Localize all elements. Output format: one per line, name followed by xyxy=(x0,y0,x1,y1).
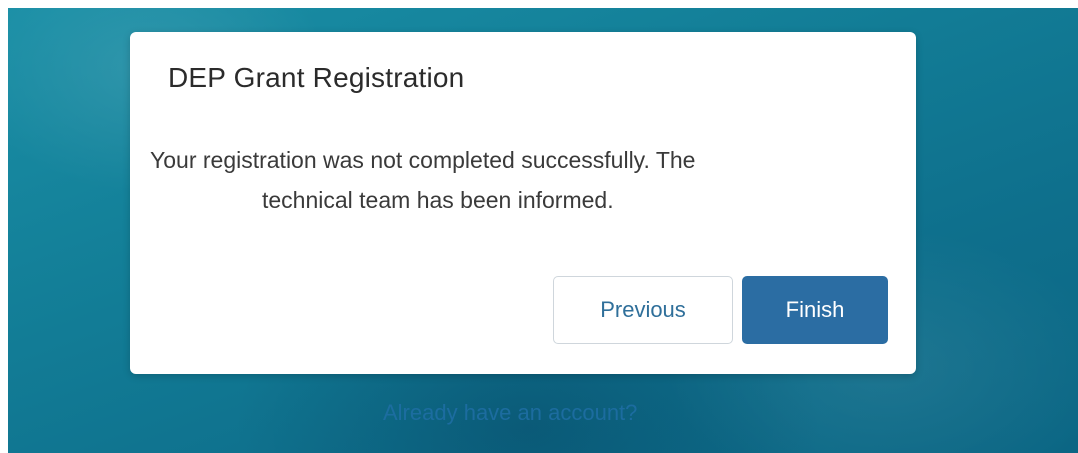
previous-button[interactable]: Previous xyxy=(553,276,733,344)
message-line-1: Your registration was not completed succ… xyxy=(150,147,696,173)
page-background: DEP Grant Registration Your registration… xyxy=(8,8,1078,453)
finish-button[interactable]: Finish xyxy=(742,276,888,344)
dialog-message: Your registration was not completed succ… xyxy=(150,140,870,220)
already-have-account-link[interactable]: Already have an account? xyxy=(383,400,637,426)
dialog-title: DEP Grant Registration xyxy=(168,62,465,93)
registration-dialog: DEP Grant Registration Your registration… xyxy=(130,32,916,374)
message-line-2: technical team has been informed. xyxy=(262,187,614,213)
